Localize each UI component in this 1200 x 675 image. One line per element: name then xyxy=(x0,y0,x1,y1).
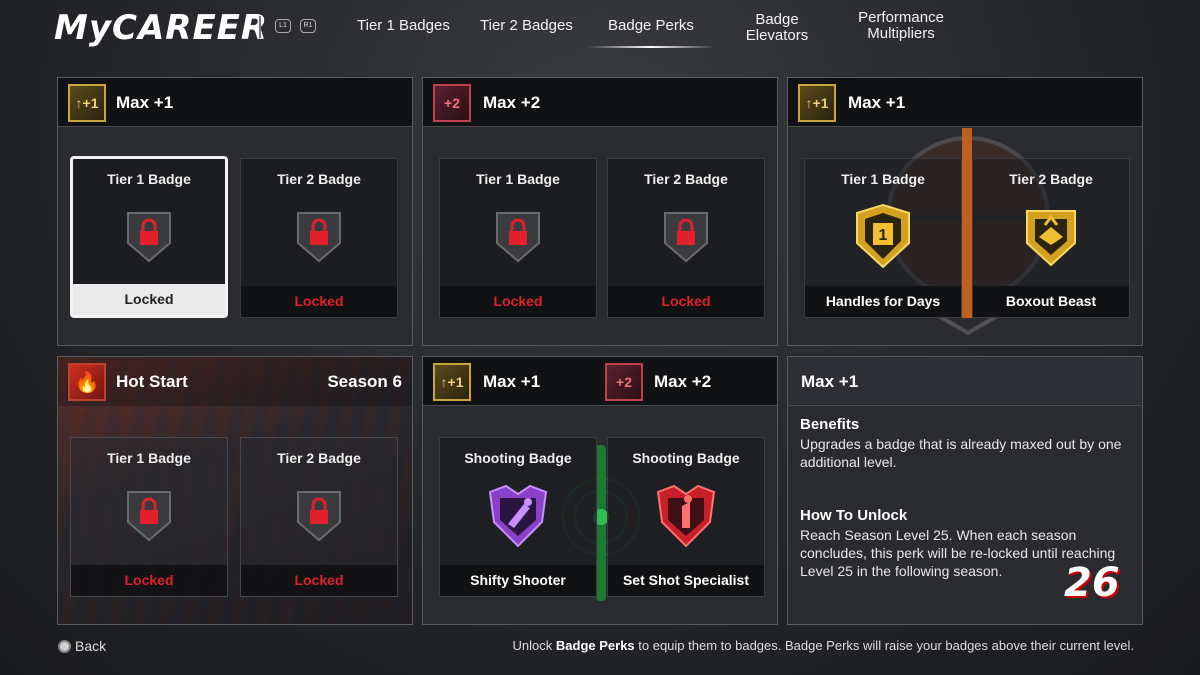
lock-icon xyxy=(297,491,341,542)
panel-title-b: Max +2 xyxy=(654,372,712,391)
max-plus-2-icon: +2 xyxy=(433,84,471,122)
slot-status: Locked xyxy=(440,286,596,317)
tab-performance-line2: Multipliers xyxy=(867,25,935,42)
badge-name: Handles for Days xyxy=(805,286,961,317)
slot-title: Tier 1 Badge xyxy=(107,450,191,466)
badge-slot-tier-2[interactable]: Tier 2 Badge Locked xyxy=(240,158,398,318)
badge-slot-tier-2[interactable]: Tier 2 Badge Boxout Beast xyxy=(972,158,1130,318)
divider-stripe xyxy=(962,128,972,318)
perk-panel-hot-start[interactable]: 🔥 Hot Start Season 6 Tier 1 Badge Locked… xyxy=(57,356,413,625)
r1-button-hint: R1 xyxy=(300,19,316,33)
max-plus-1-icon: ↑+1 xyxy=(433,363,471,401)
perk-panel-shooting[interactable]: ↑+1 Max +1 +2 Max +2 Shooting Badge Shif… xyxy=(422,356,778,625)
panel-title-a: Max +1 xyxy=(483,372,541,391)
slot-title: Tier 2 Badge xyxy=(644,171,728,187)
slot-title: Tier 2 Badge xyxy=(1009,171,1093,187)
panel-title: Hot Start xyxy=(116,372,188,391)
slot-status: Locked xyxy=(241,286,397,317)
badge-name: Shifty Shooter xyxy=(440,565,596,596)
back-label: Back xyxy=(75,638,107,654)
badge-slot-tier-2[interactable]: Tier 2 Badge Locked xyxy=(607,158,765,318)
panel-header: ↑+1 Max +1 xyxy=(788,78,1142,127)
slot-title: Tier 1 Badge xyxy=(476,171,560,187)
lock-icon xyxy=(496,212,540,263)
top-nav-bar: MyCAREER L1 R1 Tier 1 Badges Tier 2 Badg… xyxy=(0,0,1200,60)
benefits-heading: Benefits xyxy=(800,416,860,433)
slot-status: Locked xyxy=(73,284,225,315)
badge-slot-tier-1[interactable]: Tier 1 Badge Locked xyxy=(70,156,228,318)
perk-panel-max-plus-1[interactable]: ↑+1 Max +1 Tier 1 Badge Locked Tier 2 Ba… xyxy=(57,77,413,346)
nba2k26-logo: 26 xyxy=(1064,560,1120,606)
max-plus-2-icon: +2 xyxy=(605,363,643,401)
badge-slot-shooting-1[interactable]: Shooting Badge Shifty Shooter xyxy=(439,437,597,597)
max-plus-1-icon: ↑+1 xyxy=(798,84,836,122)
footer-hint: Unlock Badge Perks to equip them to badg… xyxy=(512,638,1134,653)
lock-icon xyxy=(664,212,708,263)
back-button[interactable]: Back xyxy=(58,638,106,654)
benefits-text: Upgrades a badge that is already maxed o… xyxy=(800,436,1122,470)
panel-title: Max +1 xyxy=(116,93,174,112)
badge-slot-tier-1[interactable]: Tier 1 Badge 1 Handles for Days xyxy=(804,158,962,318)
handles-badge-icon: 1 xyxy=(856,203,910,269)
slot-status: Locked xyxy=(71,565,227,596)
boxout-badge-icon xyxy=(1026,210,1076,267)
panel-header: +2 Max +2 xyxy=(423,78,777,127)
tab-badge-perks[interactable]: Badge Perks xyxy=(588,18,714,48)
info-title: Max +1 xyxy=(801,372,859,391)
badge-name: Set Shot Specialist xyxy=(608,565,764,596)
lock-icon xyxy=(127,212,171,263)
perk-panel-max-plus-2[interactable]: +2 Max +2 Tier 1 Badge Locked Tier 2 Bad… xyxy=(422,77,778,346)
slot-title: Tier 1 Badge xyxy=(107,171,191,187)
badge-slot-tier-1[interactable]: Tier 1 Badge Locked xyxy=(70,437,228,597)
slot-title: Shooting Badge xyxy=(632,450,740,466)
tab-performance-multipliers[interactable]: Performance Multipliers xyxy=(852,10,950,42)
tab-performance-line1: Performance xyxy=(858,9,944,26)
perk-panel-max-plus-1-equipped[interactable]: ↑+1 Max +1 Tier 1 Badge 1 Handles for Da… xyxy=(787,77,1143,346)
panel-header: ↑+1 Max +1 +2 Max +2 xyxy=(423,357,777,406)
slot-title: Tier 1 Badge xyxy=(841,171,925,187)
panel-header: Max +1 xyxy=(788,357,1142,406)
slot-title: Shooting Badge xyxy=(464,450,572,466)
lock-icon xyxy=(127,491,171,542)
tab-tier-2-badges[interactable]: Tier 2 Badges xyxy=(480,18,573,34)
badge-slot-tier-1[interactable]: Tier 1 Badge Locked xyxy=(439,158,597,318)
benefits-section: Benefits Upgrades a badge that is alread… xyxy=(800,416,1130,471)
lock-icon xyxy=(297,212,341,263)
slot-status: Locked xyxy=(241,565,397,596)
panel-title: Max +1 xyxy=(848,93,906,112)
l1-button-hint: L1 xyxy=(275,19,291,33)
badge-slot-shooting-2[interactable]: Shooting Badge Set Shot Specialist xyxy=(607,437,765,597)
set-shot-specialist-icon xyxy=(656,484,716,548)
unlock-heading: How To Unlock xyxy=(800,507,908,524)
shifty-shooter-icon xyxy=(488,484,548,548)
badge-slot-tier-2[interactable]: Tier 2 Badge Locked xyxy=(240,437,398,597)
tab-badge-elevators-line1: Badge xyxy=(755,11,799,28)
fire-icon: 🔥 xyxy=(68,363,106,401)
panel-title: Max +2 xyxy=(483,93,541,112)
panel-header: ↑+1 Max +1 xyxy=(58,78,412,127)
panel-header: 🔥 Hot Start Season 6 xyxy=(58,357,412,406)
badge-name: Boxout Beast xyxy=(973,286,1129,317)
max-plus-1-icon: ↑+1 xyxy=(68,84,106,122)
slot-title: Tier 2 Badge xyxy=(277,171,361,187)
tab-badge-elevators-line2: Elevators xyxy=(745,27,809,44)
tab-tier-1-badges[interactable]: Tier 1 Badges xyxy=(357,18,450,34)
nav-divider xyxy=(259,16,261,38)
slot-title: Tier 2 Badge xyxy=(277,450,361,466)
footer-hint-bold: Badge Perks xyxy=(555,638,635,653)
season-label: Season 6 xyxy=(327,372,402,391)
badge-level-text: 1 xyxy=(879,227,888,244)
mycareer-logo: MyCAREER xyxy=(54,8,269,48)
tab-badge-elevators[interactable]: Badge Elevators xyxy=(743,12,811,44)
slot-status: Locked xyxy=(608,286,764,317)
circle-button-icon xyxy=(58,639,71,653)
